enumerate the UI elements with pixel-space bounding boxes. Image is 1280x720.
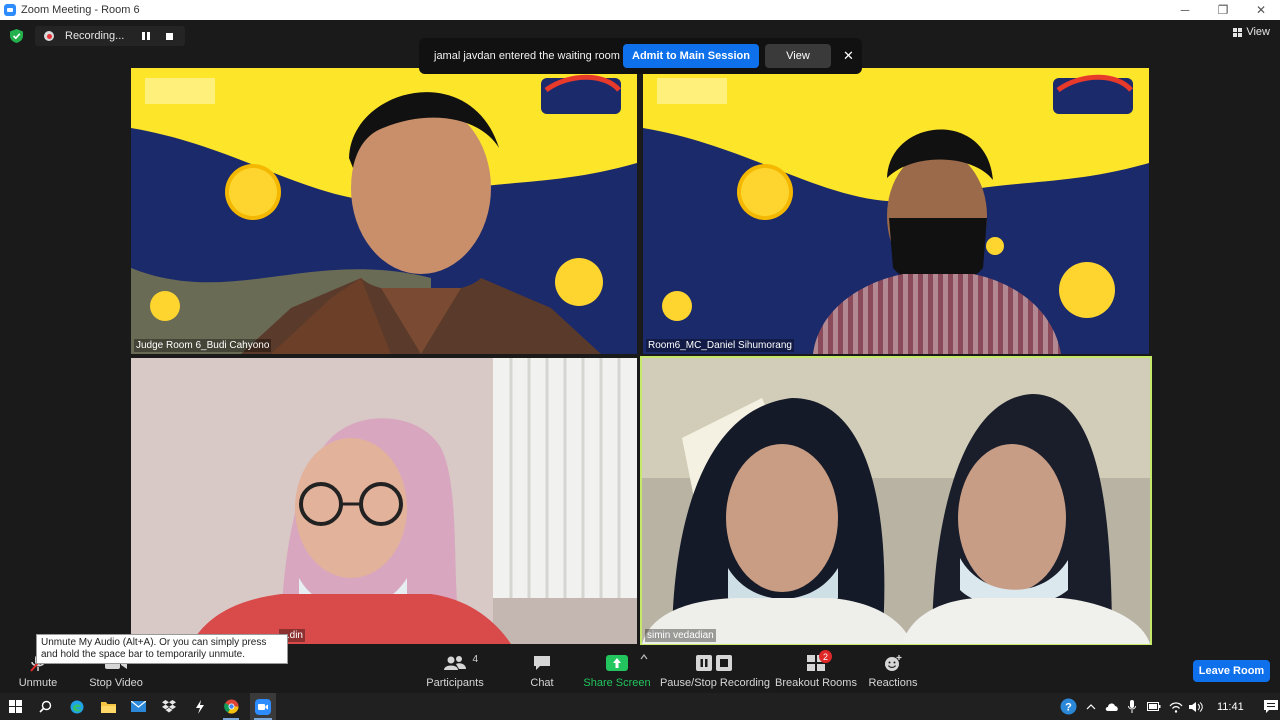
breakout-rooms-badge: 2 xyxy=(819,650,832,663)
help-icon[interactable]: ? xyxy=(1060,698,1077,715)
view-label: View xyxy=(1246,26,1270,38)
participants-count: 4 xyxy=(472,654,478,665)
smiley-face-icon xyxy=(885,655,902,671)
video-tile[interactable]: ...din xyxy=(131,358,637,644)
microphone-tray-icon[interactable] xyxy=(1128,700,1136,713)
search-icon[interactable] xyxy=(34,693,56,720)
video-feed xyxy=(131,68,637,354)
breakout-rooms-label: Breakout Rooms xyxy=(775,677,857,689)
zoom-app-icon xyxy=(4,4,16,16)
leave-room-button[interactable]: Leave Room xyxy=(1193,660,1270,682)
minimize-icon[interactable]: ─ xyxy=(1166,0,1204,20)
pause-stop-recording-button[interactable]: Pause/Stop Recording xyxy=(659,645,771,693)
notification-message: jamal javdan entered the waiting room xyxy=(434,50,620,62)
winamp-lightning-icon[interactable] xyxy=(189,693,211,720)
participant-name: Judge Room 6_Budi Cahyono xyxy=(134,339,272,352)
stop-video-label: Stop Video xyxy=(89,677,143,689)
reactions-button[interactable]: Reactions xyxy=(866,645,920,693)
notifications-center-icon[interactable] xyxy=(1263,700,1278,713)
chat-label: Chat xyxy=(530,677,554,689)
share-screen-label: Share Screen xyxy=(583,677,651,689)
video-feed xyxy=(642,358,1150,644)
taskbar-clock[interactable]: 11:41 xyxy=(1217,701,1244,713)
stop-recording-icon[interactable] xyxy=(166,32,173,40)
dropbox-icon[interactable] xyxy=(158,693,180,720)
participants-button[interactable]: 4 Participants xyxy=(424,645,486,693)
chrome-icon[interactable] xyxy=(219,693,243,720)
windows-taskbar: ? 11:41 xyxy=(0,693,1280,720)
title-bar: Zoom Meeting - Room 6 ─ ❐ ✕ xyxy=(0,0,1280,20)
file-explorer-icon[interactable] xyxy=(97,693,119,720)
share-screen-button[interactable]: Share Screen xyxy=(583,645,651,693)
volume-icon[interactable] xyxy=(1189,701,1203,713)
breakout-rooms-button[interactable]: 2 Breakout Rooms xyxy=(775,645,857,693)
pause-stop-recording-icon xyxy=(696,655,732,671)
svg-text:?: ? xyxy=(1065,702,1072,714)
video-tile[interactable]: Room6_MC_Daniel Sihumorang xyxy=(643,68,1149,354)
mail-icon[interactable] xyxy=(127,693,149,720)
video-tile[interactable]: Judge Room 6_Budi Cahyono xyxy=(131,68,637,354)
view-button[interactable]: View xyxy=(1233,26,1270,38)
onedrive-cloud-icon[interactable] xyxy=(1105,702,1119,711)
grid-view-icon xyxy=(1233,27,1243,37)
window-controls: ─ ❐ ✕ xyxy=(1166,0,1280,20)
show-hidden-icons-chevron-icon[interactable] xyxy=(1086,703,1096,711)
windows-start-icon[interactable] xyxy=(4,693,26,720)
reactions-label: Reactions xyxy=(868,677,918,689)
participants-label: Participants xyxy=(426,677,484,689)
video-feed xyxy=(643,68,1149,354)
wifi-icon[interactable] xyxy=(1169,701,1183,713)
maximize-icon[interactable]: ❐ xyxy=(1204,0,1242,20)
recording-dot-icon xyxy=(44,31,54,41)
zoom-window: Zoom Meeting - Room 6 ─ ❐ ✕ Recording...… xyxy=(0,0,1280,720)
waiting-room-notification: jamal javdan entered the waiting room Ad… xyxy=(419,38,862,74)
video-feed xyxy=(131,358,637,644)
share-options-chevron-icon[interactable] xyxy=(640,654,648,660)
recording-indicator: Recording... xyxy=(35,26,185,46)
recording-label: Recording... xyxy=(65,30,125,42)
edge-browser-icon[interactable] xyxy=(66,693,88,720)
admit-to-main-session-button[interactable]: Admit to Main Session xyxy=(623,44,759,68)
share-screen-icon xyxy=(606,655,628,671)
video-tile-active-speaker[interactable]: simin vedadian xyxy=(640,356,1152,646)
zoom-taskbar-icon[interactable] xyxy=(250,693,276,720)
unmute-tooltip: Unmute My Audio (Alt+A). Or you can simp… xyxy=(36,634,288,664)
notification-close-icon[interactable]: ✕ xyxy=(843,48,854,64)
window-title: Zoom Meeting - Room 6 xyxy=(21,4,140,16)
participant-name: Room6_MC_Daniel Sihumorang xyxy=(646,339,794,352)
system-tray: ? 11:41 xyxy=(1060,693,1278,720)
participant-name: simin vedadian xyxy=(645,629,716,642)
battery-icon[interactable] xyxy=(1147,702,1161,711)
unmute-label: Unmute xyxy=(18,677,58,689)
notification-view-button[interactable]: View xyxy=(764,44,831,68)
pause-stop-recording-label: Pause/Stop Recording xyxy=(659,677,771,689)
participants-icon xyxy=(444,656,466,670)
close-icon[interactable]: ✕ xyxy=(1242,0,1280,20)
chat-button[interactable]: Chat xyxy=(522,645,562,693)
security-shield-icon[interactable] xyxy=(10,29,23,43)
pause-recording-icon[interactable] xyxy=(142,32,150,40)
chat-bubble-icon xyxy=(534,656,550,670)
